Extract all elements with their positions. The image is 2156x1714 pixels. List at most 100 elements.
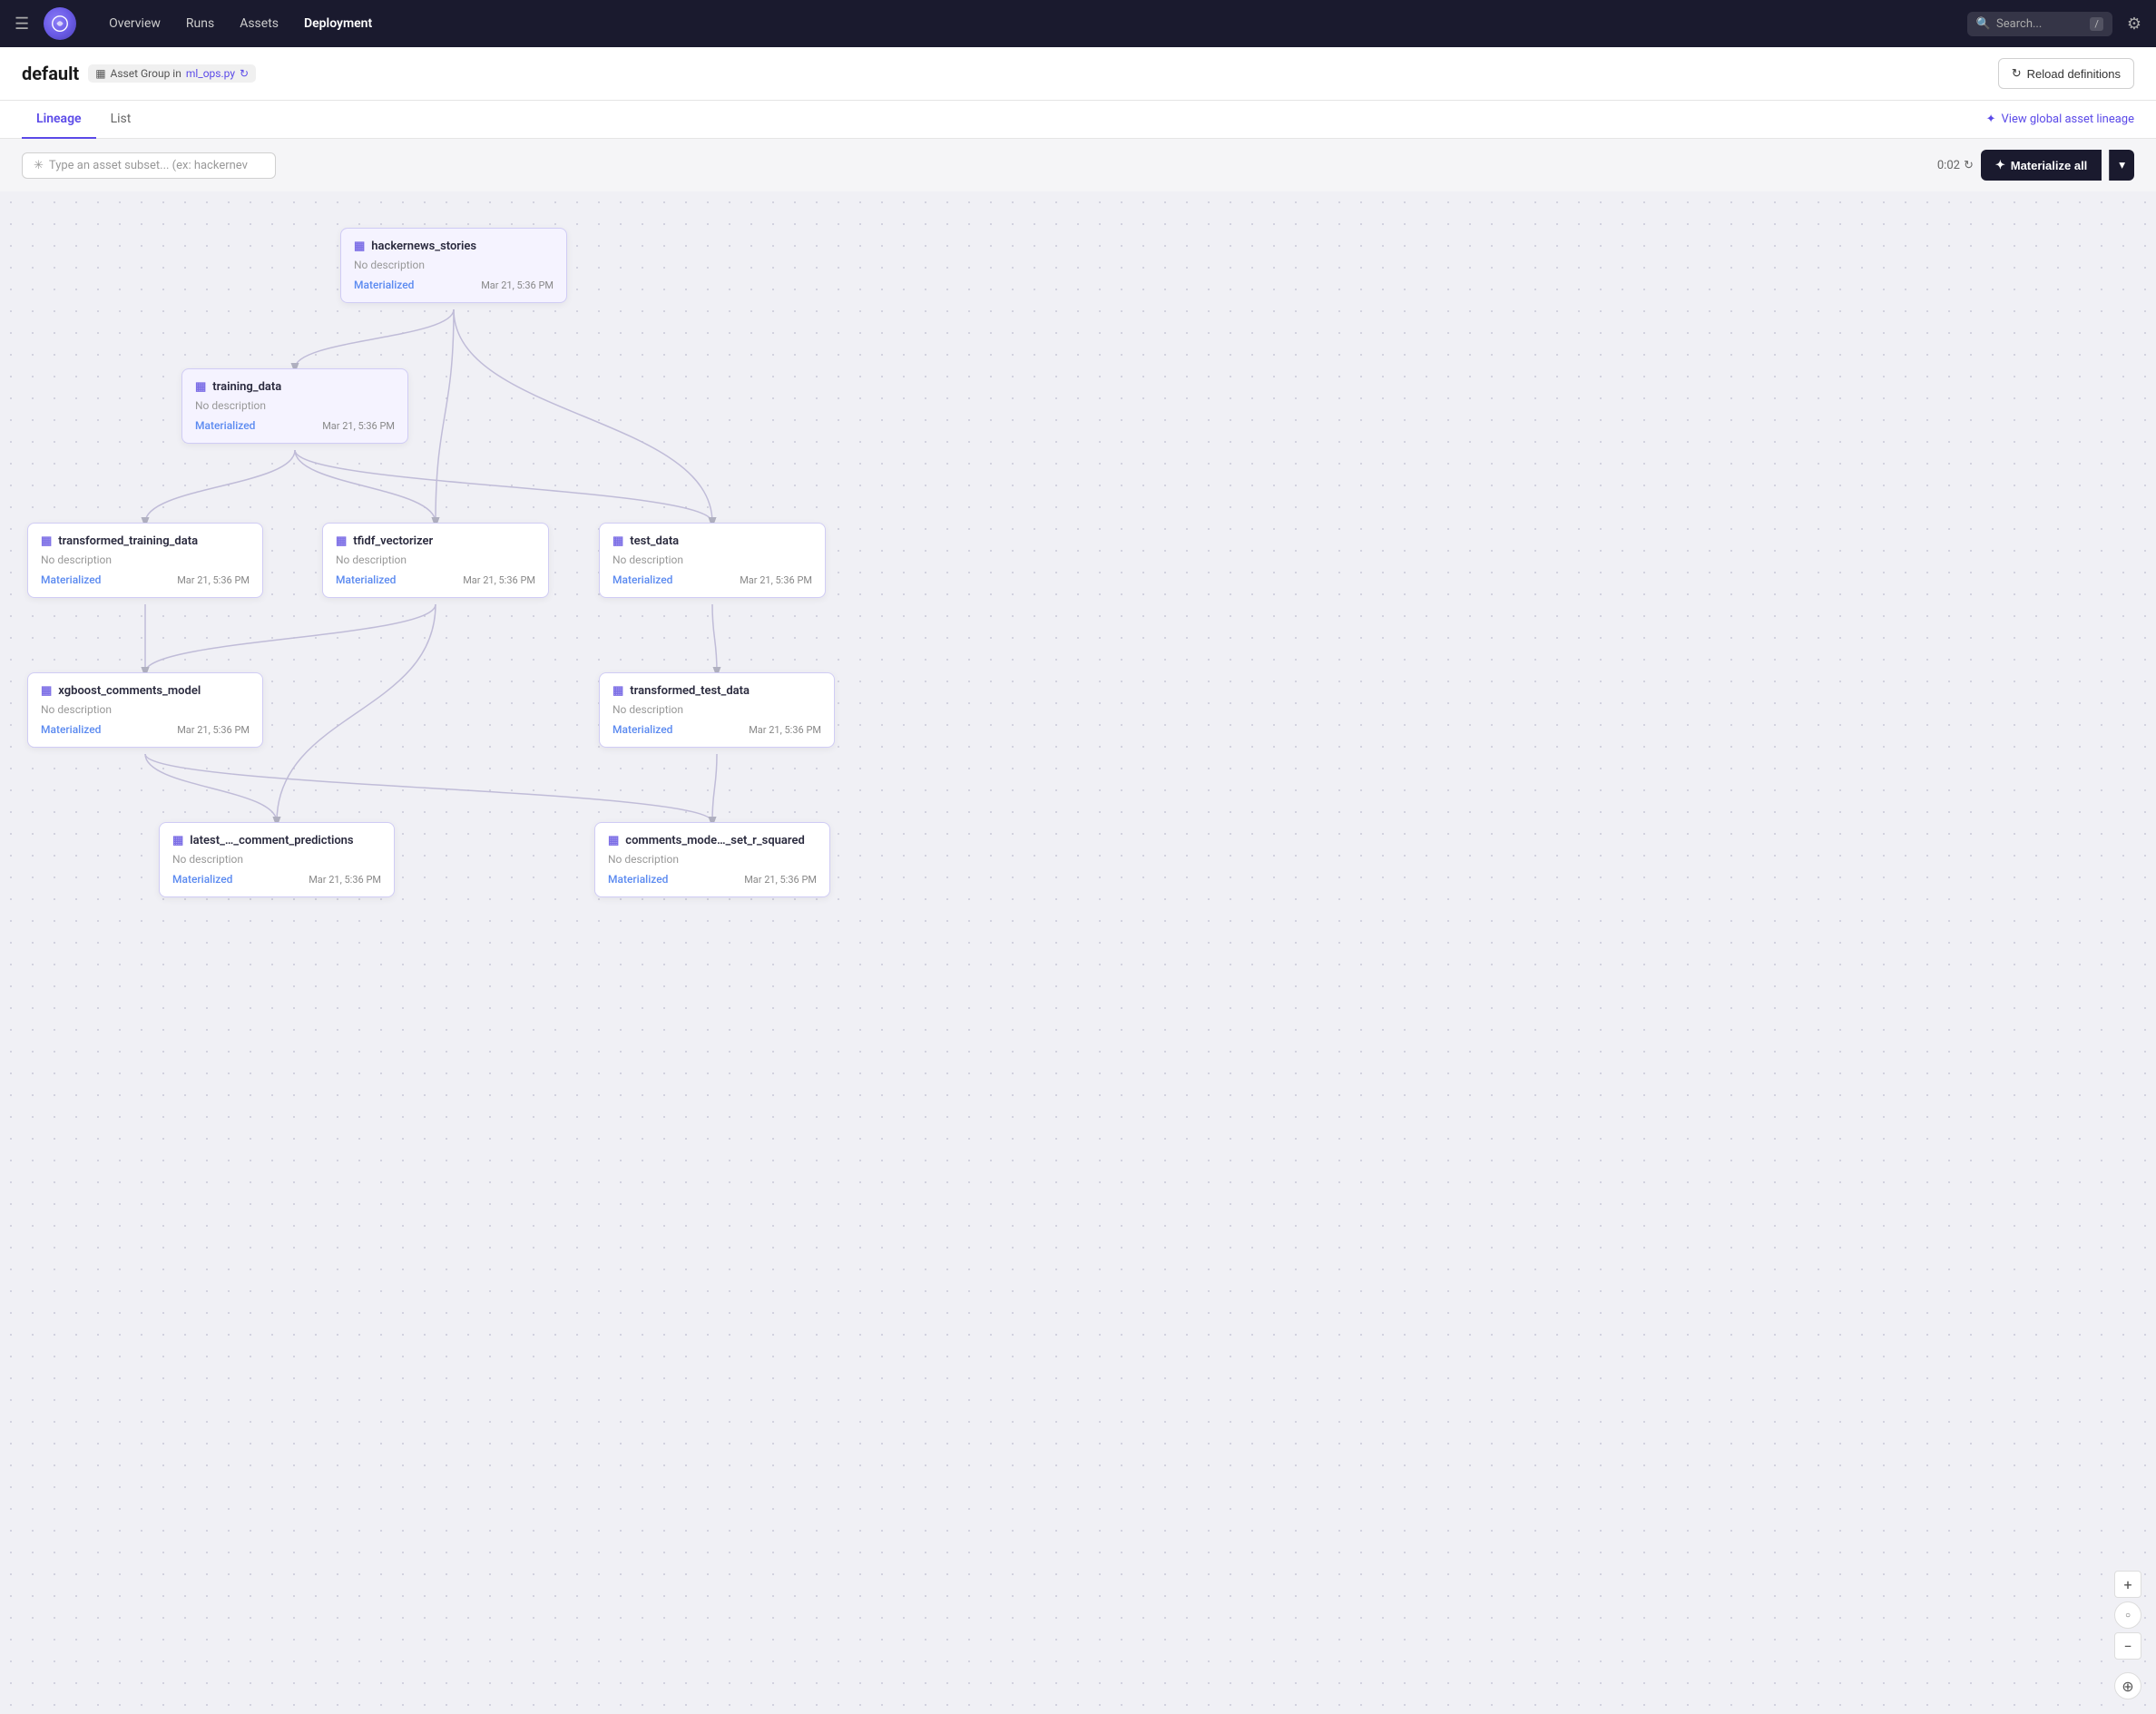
node-description: No description	[612, 553, 812, 566]
search-bar[interactable]: 🔍 Search... /	[1967, 12, 2112, 36]
timer-refresh-icon[interactable]: ↻	[1964, 159, 1974, 172]
table-icon: ▦	[41, 534, 52, 548]
table-icon: ▦	[41, 684, 52, 698]
search-icon: 🔍	[1976, 17, 1991, 31]
node-label: test_data	[630, 534, 679, 548]
asset-node-transformed_test_data[interactable]: ▦ transformed_test_data No description M…	[599, 672, 835, 748]
node-header: ▦ latest_…_comment_predictions	[172, 834, 381, 847]
node-description: No description	[336, 553, 535, 566]
node-header: ▦ comments_mode…_set_r_squared	[608, 834, 817, 847]
node-header: ▦ hackernews_stories	[354, 240, 554, 253]
materialized-date: Mar 21, 5:36 PM	[744, 874, 817, 886]
materialized-date: Mar 21, 5:36 PM	[322, 420, 395, 432]
node-header: ▦ xgboost_comments_model	[41, 684, 250, 698]
node-header: ▦ transformed_training_data	[41, 534, 250, 548]
asset-subset-input[interactable]: ✳ Type an asset subset... (ex: hackernev	[22, 152, 276, 179]
table-icon: ▦	[612, 534, 623, 548]
nav-links: Overview Runs Assets Deployment	[98, 11, 1960, 36]
zoom-in-button[interactable]: +	[2114, 1571, 2141, 1598]
node-footer: Materialized Mar 21, 5:36 PM	[336, 573, 535, 586]
status-badge: Materialized	[612, 723, 672, 736]
node-footer: Materialized Mar 21, 5:36 PM	[195, 419, 395, 432]
zoom-fit-icon: ○	[2125, 1611, 2131, 1621]
refresh-timer: 0:02 ↻	[1937, 159, 1974, 172]
tab-list[interactable]: List	[96, 101, 146, 139]
asset-node-latest_comment_predictions[interactable]: ▦ latest_…_comment_predictions No descri…	[159, 822, 395, 897]
menu-icon[interactable]: ☰	[15, 15, 29, 34]
materialized-date: Mar 21, 5:36 PM	[481, 279, 554, 291]
timer-value: 0:02	[1937, 159, 1960, 172]
asset-group-badge: ▦ Asset Group in ml_ops.py ↻	[88, 64, 256, 83]
table-icon: ▦	[336, 534, 347, 548]
zoom-controls: + ○ −	[2114, 1571, 2141, 1660]
nav-assets[interactable]: Assets	[229, 11, 289, 36]
asset-node-training_data[interactable]: ▦ training_data No description Materiali…	[181, 368, 408, 444]
asset-group-icon: ▦	[95, 67, 105, 80]
view-tabs: Lineage List	[22, 101, 145, 138]
status-badge: Materialized	[608, 873, 668, 886]
sub-navigation: Lineage List ✦ View global asset lineage	[0, 101, 2156, 139]
status-badge: Materialized	[354, 279, 414, 291]
table-icon: ▦	[172, 834, 183, 847]
subset-placeholder-text: Type an asset subset... (ex: hackernev	[49, 159, 248, 172]
node-footer: Materialized Mar 21, 5:36 PM	[612, 573, 812, 586]
asset-node-xgboost_comments_model[interactable]: ▦ xgboost_comments_model No description …	[27, 672, 263, 748]
asset-node-transformed_training_data[interactable]: ▦ transformed_training_data No descripti…	[27, 523, 263, 598]
node-description: No description	[354, 259, 554, 271]
tab-lineage[interactable]: Lineage	[22, 101, 96, 139]
nav-deployment[interactable]: Deployment	[293, 11, 383, 36]
table-icon: ▦	[608, 834, 619, 847]
node-footer: Materialized Mar 21, 5:36 PM	[608, 873, 817, 886]
node-description: No description	[608, 853, 817, 866]
node-header: ▦ training_data	[195, 380, 395, 394]
reload-definitions-button[interactable]: ↻ Reload definitions	[1998, 58, 2134, 89]
zoom-out-button[interactable]: −	[2114, 1632, 2141, 1660]
global-link-label: View global asset lineage	[2002, 113, 2134, 126]
node-header: ▦ tfidf_vectorizer	[336, 534, 535, 548]
view-global-lineage-link[interactable]: ✦ View global asset lineage	[1986, 113, 2134, 126]
materialized-date: Mar 21, 5:36 PM	[177, 724, 250, 736]
materialized-date: Mar 21, 5:36 PM	[749, 724, 821, 736]
node-label: hackernews_stories	[371, 240, 476, 253]
materialize-all-button[interactable]: ✦ Materialize all	[1981, 150, 2102, 181]
status-badge: Materialized	[336, 573, 396, 586]
table-icon: ▦	[354, 240, 365, 253]
asset-node-hackernews_stories[interactable]: ▦ hackernews_stories No description Mate…	[340, 228, 567, 303]
node-description: No description	[195, 399, 395, 412]
page-title: default	[22, 63, 79, 84]
asset-node-test_data[interactable]: ▦ test_data No description Materialized …	[599, 523, 826, 598]
node-label: tfidf_vectorizer	[353, 534, 433, 548]
toolbar-right: 0:02 ↻ ✦ Materialize all ▾	[1937, 150, 2134, 181]
status-badge: Materialized	[172, 873, 232, 886]
lineage-canvas: + ○ − ⊕ ▦ hackernews_stories No descript…	[0, 191, 2156, 1714]
refresh-icon[interactable]: ↻	[240, 67, 249, 80]
page-header-left: default ▦ Asset Group in ml_ops.py ↻	[22, 63, 256, 84]
node-footer: Materialized Mar 21, 5:36 PM	[172, 873, 381, 886]
reset-view-button[interactable]: ⊕	[2114, 1672, 2141, 1699]
node-footer: Materialized Mar 21, 5:36 PM	[41, 723, 250, 736]
node-header: ▦ test_data	[612, 534, 812, 548]
status-badge: Materialized	[612, 573, 672, 586]
nav-overview[interactable]: Overview	[98, 11, 172, 36]
search-placeholder: Search...	[1996, 17, 2042, 31]
zoom-fit-button[interactable]: ○	[2114, 1601, 2141, 1629]
materialized-date: Mar 21, 5:36 PM	[309, 874, 381, 886]
asset-group-label: Asset Group in	[111, 67, 181, 80]
node-footer: Materialized Mar 21, 5:36 PM	[41, 573, 250, 586]
node-label: transformed_training_data	[58, 534, 198, 548]
settings-icon[interactable]: ⚙	[2127, 15, 2141, 34]
node-label: xgboost_comments_model	[58, 684, 201, 698]
materialize-label: Materialize all	[2011, 159, 2088, 172]
node-label: latest_…_comment_predictions	[190, 834, 353, 847]
node-label: transformed_test_data	[630, 684, 750, 698]
status-badge: Materialized	[195, 419, 255, 432]
nav-runs[interactable]: Runs	[175, 11, 225, 36]
materialize-dropdown-button[interactable]: ▾	[2109, 150, 2134, 181]
materialized-date: Mar 21, 5:36 PM	[177, 574, 250, 586]
materialize-icon: ✦	[1995, 158, 2005, 172]
asset-node-tfidf_vectorizer[interactable]: ▦ tfidf_vectorizer No description Materi…	[322, 523, 549, 598]
chevron-down-icon: ▾	[2119, 158, 2125, 171]
node-label: training_data	[212, 380, 281, 394]
asset-node-comments_mode_set_r_squared[interactable]: ▦ comments_mode…_set_r_squared No descri…	[594, 822, 830, 897]
asset-group-file-link[interactable]: ml_ops.py	[186, 67, 235, 80]
